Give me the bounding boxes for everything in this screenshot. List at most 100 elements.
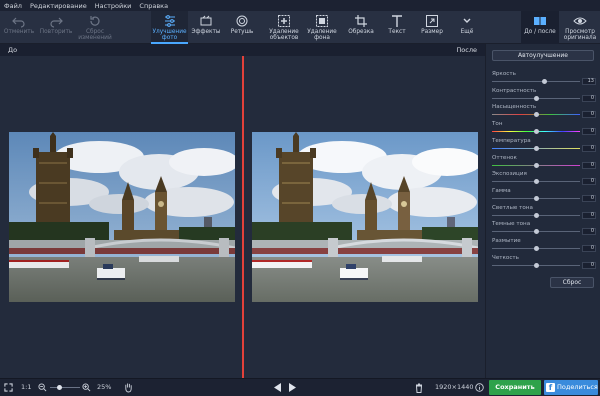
slider-value[interactable]: 0 [582, 228, 596, 236]
redo-icon [50, 17, 63, 28]
tab-crop[interactable]: Обрезка [344, 11, 378, 44]
retouch-label: Ретушь [230, 29, 254, 35]
slider-knob[interactable] [533, 145, 539, 151]
tab-remove-objects[interactable]: Удаление объектов [264, 11, 304, 44]
menu-help[interactable]: Справка [139, 2, 168, 10]
slider-label: Оттенок [492, 154, 517, 161]
before-after-label: До / после [524, 29, 556, 35]
save-button[interactable]: Сохранить [489, 380, 541, 395]
crop-label: Обрезка [348, 29, 374, 35]
slider-track[interactable] [492, 246, 580, 251]
menu-settings[interactable]: Настройки [95, 2, 132, 10]
slider-track[interactable] [492, 112, 580, 118]
slider-value[interactable]: 0 [582, 245, 596, 252]
trash-icon[interactable] [415, 383, 423, 393]
toolbar: Отменить Повторить Сброс изменений Улучш… [0, 11, 600, 44]
tab-effects[interactable]: Эффекты [189, 11, 223, 44]
zoom-value: 25% [97, 383, 112, 391]
slider-track[interactable] [492, 229, 580, 235]
more-button[interactable]: Ещё [452, 11, 482, 44]
slider-value[interactable]: 0 [582, 178, 596, 186]
slider-label: Экспозиция [492, 171, 527, 178]
sliders-icon [164, 15, 175, 27]
slider-knob[interactable] [533, 129, 539, 135]
fit-screen-icon[interactable] [4, 383, 13, 392]
slider-track[interactable] [492, 79, 580, 84]
slider-track[interactable] [492, 195, 580, 201]
slider-value[interactable]: 0 [582, 194, 596, 202]
slider-label: Тон [492, 121, 503, 128]
facebook-icon: f [546, 383, 555, 392]
zoom-slider[interactable] [50, 385, 80, 390]
remove-background-icon [316, 15, 328, 27]
slider-label: Темные тона [492, 221, 531, 228]
slider-knob[interactable] [533, 246, 539, 251]
tab-enhance-photo[interactable]: Улучшение фото [151, 11, 188, 44]
slider-value[interactable]: 0 [582, 111, 596, 119]
view-original-label-2: оригинала [563, 35, 597, 41]
menu-file[interactable]: Файл [4, 2, 22, 10]
slider-knob[interactable] [533, 229, 539, 235]
slider-value[interactable]: 0 [582, 94, 596, 102]
undo-button[interactable]: Отменить [2, 11, 36, 44]
redo-button[interactable]: Повторить [38, 11, 74, 44]
text-label: Текст [388, 29, 406, 35]
crop-icon [355, 15, 367, 27]
chevron-down-icon [463, 18, 471, 23]
slider-track[interactable] [492, 95, 580, 101]
slider-track[interactable] [492, 129, 580, 135]
slider-track[interactable] [492, 162, 580, 168]
hand-tool-icon[interactable] [124, 382, 133, 393]
share-button[interactable]: f Поделиться [544, 380, 598, 395]
compare-divider[interactable] [242, 56, 244, 378]
slider-knob[interactable] [542, 79, 548, 84]
remove-background-label-2: фона [314, 35, 330, 41]
redo-label: Повторить [39, 29, 73, 35]
next-image-icon[interactable] [288, 383, 296, 392]
slider-track[interactable] [492, 179, 580, 185]
reset-icon [90, 16, 100, 26]
slider-track[interactable] [492, 145, 580, 151]
slider-label: Размытие [492, 238, 521, 244]
resize-icon [426, 15, 438, 27]
previous-image-icon[interactable] [274, 383, 282, 392]
before-after-button[interactable]: До / после [521, 11, 559, 44]
menu-edit[interactable]: Редактирование [30, 2, 87, 10]
zoom-in-icon[interactable] [82, 383, 91, 392]
slider-knob[interactable] [533, 95, 539, 101]
slider-value[interactable]: 0 [582, 128, 596, 136]
slider-knob[interactable] [533, 195, 539, 201]
retouch-icon [236, 15, 248, 27]
slider-knob[interactable] [533, 212, 539, 218]
slider-label: Четкость [492, 254, 519, 261]
text-icon [392, 15, 402, 27]
reset-button[interactable]: Сброс [550, 277, 594, 288]
tab-remove-background[interactable]: Удаление фона [305, 11, 339, 44]
auto-enhance-button[interactable]: Автоулучшение [492, 50, 594, 61]
ratio-button[interactable]: 1:1 [21, 383, 31, 391]
zoom-out-icon[interactable] [38, 383, 47, 392]
slider-knob[interactable] [533, 112, 539, 118]
tab-resize[interactable]: Размер [416, 11, 448, 44]
before-image [9, 132, 235, 302]
tab-retouch[interactable]: Ретушь [225, 11, 259, 44]
view-original-button[interactable]: Просмотр оригинала [561, 11, 599, 44]
slider-value[interactable]: 0 [582, 144, 596, 152]
slider-value[interactable]: 0 [582, 261, 596, 269]
info-icon[interactable] [475, 383, 484, 392]
tab-text[interactable]: Текст [381, 11, 413, 44]
slider-knob[interactable] [533, 262, 539, 268]
slider-track[interactable] [492, 262, 580, 268]
slider-value[interactable]: 0 [582, 161, 596, 169]
slider-knob[interactable] [533, 179, 539, 185]
reset-changes-button[interactable]: Сброс изменений [78, 11, 112, 44]
slider-value[interactable]: 0 [582, 211, 596, 219]
slider-value[interactable]: 13 [582, 78, 596, 85]
slider-track[interactable] [492, 212, 580, 218]
image-dimensions: 1920×1440 [435, 383, 474, 391]
slider-knob[interactable] [533, 162, 539, 168]
more-label: Ещё [460, 29, 474, 35]
before-after-icon [534, 17, 546, 25]
zoom-slider-knob[interactable] [56, 385, 62, 390]
eye-icon [573, 17, 587, 25]
